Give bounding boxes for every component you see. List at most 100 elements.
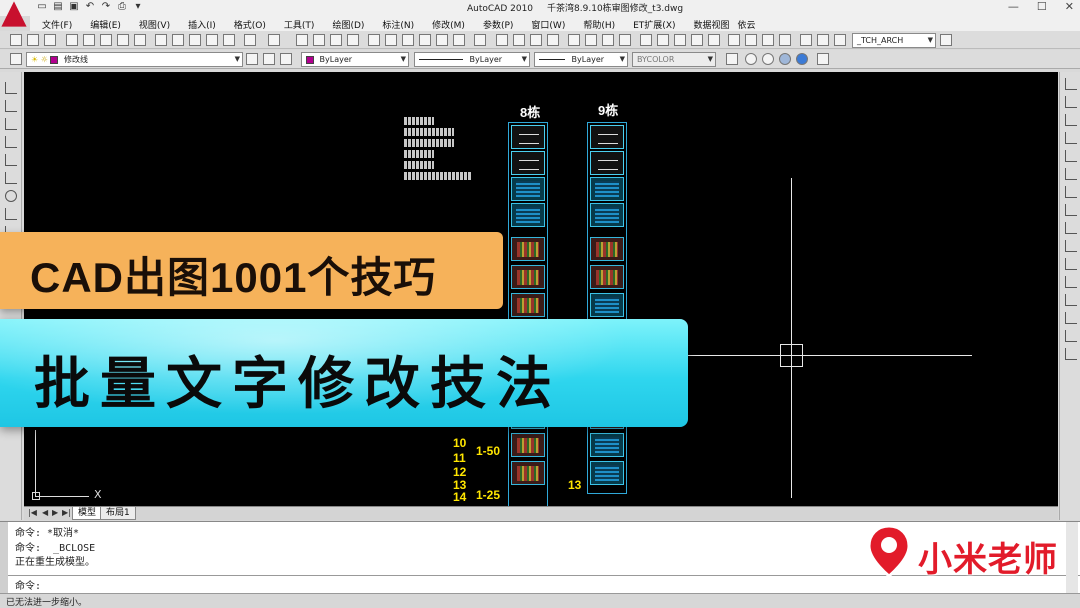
first-tab-icon[interactable]: |◀ [28,508,37,517]
tab-model[interactable]: 模型 [72,507,103,520]
visual-style-icon[interactable] [726,53,738,65]
quickcalc-icon[interactable] [453,34,465,46]
zoom-previous-icon[interactable] [347,34,359,46]
array-icon[interactable] [1065,150,1077,162]
3d-dwf-icon[interactable] [117,34,129,46]
polyline-icon[interactable] [5,118,17,130]
center-mark-icon[interactable] [745,34,757,46]
realistic-icon[interactable] [779,53,791,65]
chamfer-icon[interactable] [1065,312,1077,324]
erase-icon[interactable] [1065,78,1077,90]
paste-icon[interactable] [189,34,201,46]
visual-style-manager-icon[interactable] [817,53,829,65]
aligned-dim-icon[interactable] [513,34,525,46]
menu-file[interactable]: 文件(F) [42,16,72,31]
dim-space-icon[interactable] [691,34,703,46]
redo-icon[interactable]: ↷ [100,1,112,13]
menu-window[interactable]: 窗口(W) [531,16,565,31]
copy-object-icon[interactable] [1065,96,1077,108]
layer-combo[interactable]: ☀ ☼ 修改线 ▼ [26,52,243,67]
join-icon[interactable] [1065,294,1077,306]
publish-icon[interactable] [100,34,112,46]
menu-dimension[interactable]: 标注(N) [382,16,414,31]
arc-icon[interactable] [5,172,17,184]
linetype-combo[interactable]: ByLayer ▼ [414,52,530,67]
dim-text-edit-icon[interactable] [817,34,829,46]
lineweight-combo[interactable]: ByLayer ▼ [534,52,628,67]
sheet-manager-icon[interactable] [419,34,431,46]
cut-icon[interactable] [155,34,167,46]
dim-style-icon[interactable] [940,34,952,46]
block-editor-icon[interactable] [223,34,235,46]
menu-yiyun[interactable]: 依云 [738,16,756,31]
break-icon[interactable] [1065,276,1077,288]
line-icon[interactable] [5,82,17,94]
tool-palettes-icon[interactable] [402,34,414,46]
trim-icon[interactable] [1065,240,1077,252]
open-file-icon[interactable]: ▤ [52,1,64,13]
copy-icon[interactable] [172,34,184,46]
layer-previous-icon[interactable] [263,53,275,65]
save-icon[interactable]: ▣ [68,1,80,13]
offset-icon[interactable] [1065,132,1077,144]
rectangle-icon[interactable] [5,154,17,166]
help-icon[interactable] [474,34,486,46]
undo-icon[interactable] [244,34,256,46]
mirror-icon[interactable] [1065,114,1077,126]
menu-data-view[interactable]: 数据视图 [694,16,730,31]
menu-view[interactable]: 视图(V) [139,16,170,31]
make-object-layer-current-icon[interactable] [246,53,258,65]
menu-draw[interactable]: 绘图(D) [332,16,364,31]
properties-icon[interactable] [368,34,380,46]
hidden-icon[interactable] [762,53,774,65]
inspection-icon[interactable] [762,34,774,46]
plot-preview-icon[interactable] [83,34,95,46]
rotate-icon[interactable] [1065,186,1077,198]
diameter-dim-icon[interactable] [602,34,614,46]
stretch-icon[interactable] [1065,222,1077,234]
dim-update-icon[interactable] [834,34,846,46]
polygon-icon[interactable] [5,136,17,148]
last-tab-icon[interactable]: ▶| [62,508,71,517]
conceptual-icon[interactable] [796,53,808,65]
linear-dim-icon[interactable] [496,34,508,46]
color-combo[interactable]: ByLayer ▼ [301,52,409,67]
undo-icon[interactable]: ↶ [84,1,96,13]
menu-express[interactable]: ET扩展(X) [633,16,675,31]
construction-line-icon[interactable] [5,100,17,112]
command-prompt[interactable]: 命令: [15,577,41,592]
menu-modify[interactable]: 修改(M) [432,16,465,31]
quick-dim-icon[interactable] [640,34,652,46]
close-icon[interactable]: ✕ [1065,0,1074,13]
new-file-icon[interactable]: ▭ [36,1,48,13]
circle-icon[interactable] [5,190,17,202]
menu-edit[interactable]: 编辑(E) [90,16,121,31]
baseline-dim-icon[interactable] [657,34,669,46]
move-icon[interactable] [1065,168,1077,180]
print-icon[interactable]: ⎙ [116,1,128,13]
sheet-set-icon[interactable] [134,34,146,46]
maximize-icon[interactable]: ☐ [1037,0,1047,13]
zoom-realtime-icon[interactable] [313,34,325,46]
zoom-window-icon[interactable] [330,34,342,46]
redo-icon[interactable] [268,34,280,46]
ordinate-dim-icon[interactable] [547,34,559,46]
markup-icon[interactable] [436,34,448,46]
menu-tools[interactable]: 工具(T) [284,16,315,31]
menu-parametric[interactable]: 参数(P) [483,16,513,31]
radius-dim-icon[interactable] [568,34,580,46]
open-icon[interactable] [27,34,39,46]
text-style-combo[interactable]: _TCH_ARCH ▼ [852,33,936,48]
extend-icon[interactable] [1065,258,1077,270]
design-center-icon[interactable] [385,34,397,46]
chevron-down-icon[interactable]: ▾ [132,1,144,13]
scale-icon[interactable] [1065,204,1077,216]
minimize-icon[interactable]: — [1008,0,1019,13]
next-tab-icon[interactable]: ▶ [52,508,58,517]
revision-cloud-icon[interactable] [5,208,17,220]
menu-insert[interactable]: 插入(I) [188,16,216,31]
jogged-dim-icon[interactable] [585,34,597,46]
angular-dim-icon[interactable] [619,34,631,46]
tolerance-icon[interactable] [728,34,740,46]
jogged-linear-icon[interactable] [779,34,791,46]
